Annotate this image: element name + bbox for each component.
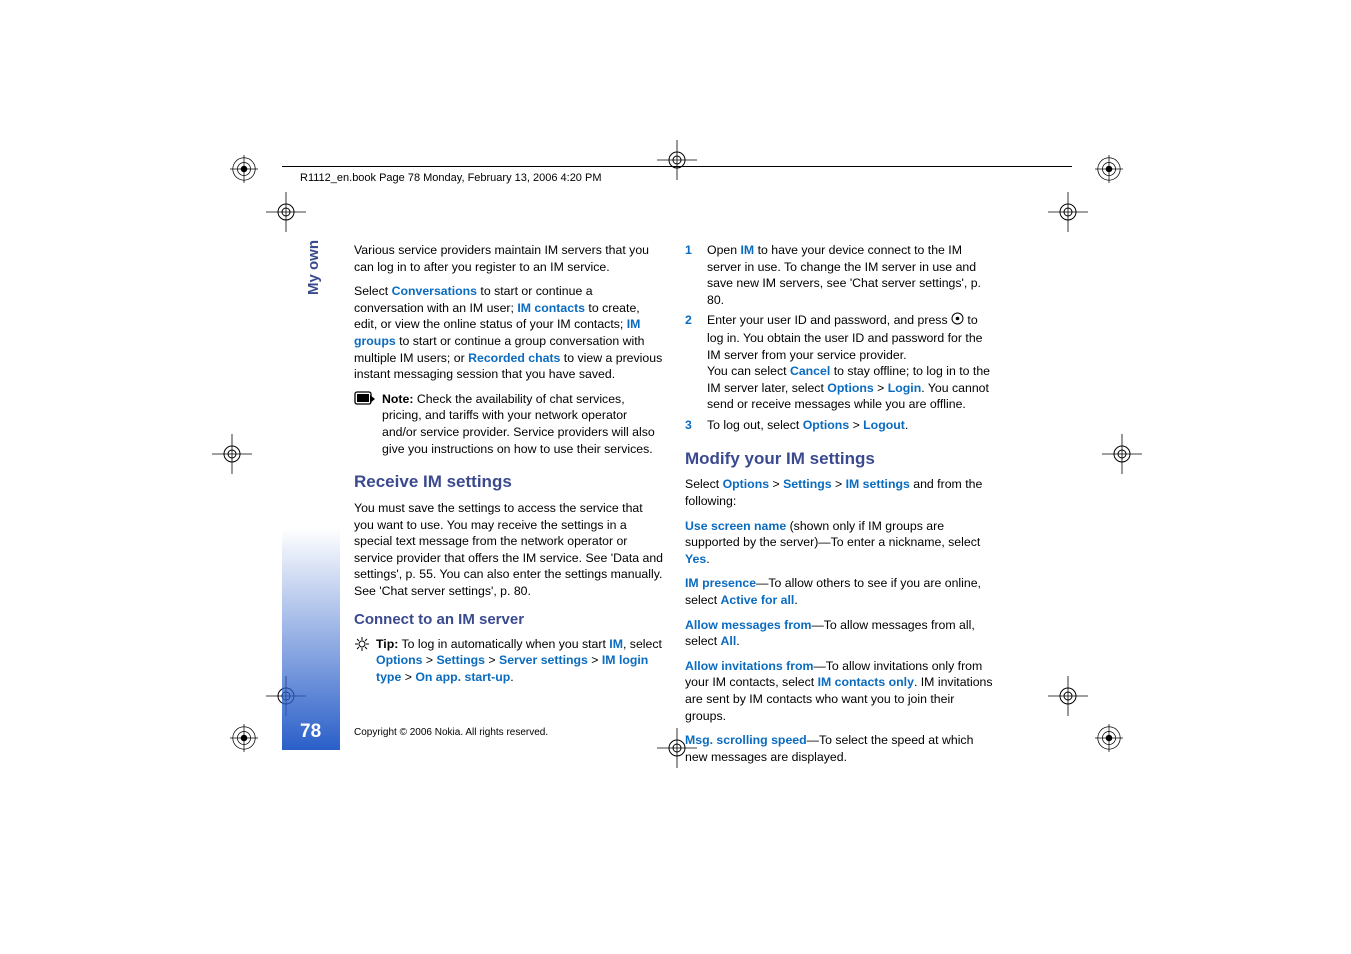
im-contacts-link: IM contacts — [517, 301, 585, 315]
conversations-link: Conversations — [392, 284, 477, 298]
page-number: 78 — [300, 721, 321, 743]
numbered-steps: 1 Open IM to have your device connect to… — [685, 242, 994, 434]
connect-heading: Connect to an IM server — [354, 610, 663, 630]
note-label: Note: — [382, 392, 413, 406]
note-icon — [354, 391, 376, 412]
receive-paragraph: You must save the settings to access the… — [354, 500, 663, 600]
crop-mark-icon — [1048, 676, 1088, 716]
tip-icon — [354, 636, 370, 657]
scrolling-speed-setting: Msg. scrolling speed—To select the speed… — [685, 732, 994, 765]
tip-block: Tip: To log in automatically when you st… — [354, 636, 663, 686]
header-text: R1112_en.book Page 78 Monday, February 1… — [300, 172, 601, 184]
crop-mark-icon — [1102, 434, 1142, 474]
header-rule — [282, 166, 1072, 167]
page-body: Various service providers maintain IM se… — [354, 242, 994, 773]
page-gradient — [282, 380, 340, 750]
note-text: Check the availability of chat services,… — [382, 392, 655, 456]
modify-intro: Select Options > Settings > IM settings … — [685, 476, 994, 509]
tip-label: Tip: — [376, 637, 398, 651]
crop-mark-icon — [266, 192, 306, 232]
step-2: 2 Enter your user ID and password, and p… — [685, 312, 994, 413]
recorded-chats-link: Recorded chats — [468, 351, 560, 365]
crop-mark-icon — [1048, 192, 1088, 232]
step-3: 3 To log out, select Options > Logout. — [685, 417, 994, 434]
joystick-icon — [951, 312, 964, 330]
section-tab-label: My own — [305, 240, 322, 295]
intro-paragraph: Various service providers maintain IM se… — [354, 242, 663, 275]
registration-mark-icon — [1095, 155, 1123, 183]
receive-heading: Receive IM settings — [354, 471, 663, 494]
right-column: 1 Open IM to have your device connect to… — [685, 242, 994, 773]
left-column: Various service providers maintain IM se… — [354, 242, 663, 773]
registration-mark-icon — [1095, 724, 1123, 752]
crop-mark-icon — [657, 140, 697, 180]
note-block: Note: Check the availability of chat ser… — [354, 391, 663, 457]
registration-mark-icon — [230, 155, 258, 183]
use-screen-name-setting: Use screen name (shown only if IM groups… — [685, 518, 994, 568]
registration-mark-icon — [230, 724, 258, 752]
allow-messages-setting: Allow messages from—To allow messages fr… — [685, 617, 994, 650]
im-presence-setting: IM presence—To allow others to see if yo… — [685, 575, 994, 608]
crop-mark-icon — [212, 434, 252, 474]
step-1: 1 Open IM to have your device connect to… — [685, 242, 994, 308]
allow-invitations-setting: Allow invitations from—To allow invitati… — [685, 658, 994, 724]
select-paragraph: Select Conversations to start or continu… — [354, 283, 663, 383]
modify-heading: Modify your IM settings — [685, 448, 994, 471]
